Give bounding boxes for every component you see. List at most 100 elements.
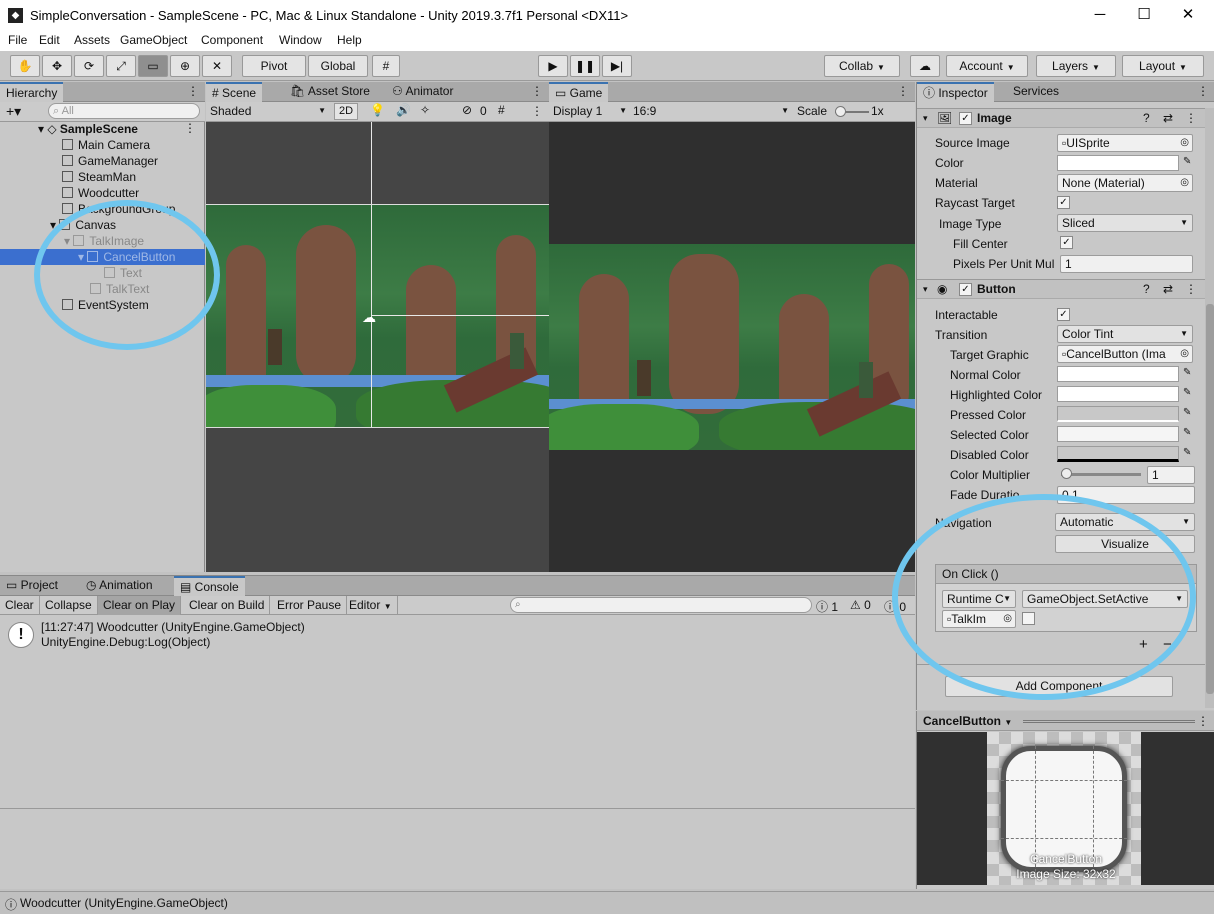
scale-slider-thumb[interactable]	[835, 106, 846, 117]
rotate-tool-icon[interactable]: ⟳	[74, 55, 104, 77]
scale-tool-icon[interactable]: ⤢	[106, 55, 136, 77]
account-dropdown[interactable]: Account ▼	[946, 55, 1028, 77]
foldout-icon[interactable]: ▾	[923, 280, 928, 299]
hierarchy-item-woodcutter[interactable]: Woodcutter	[62, 185, 139, 201]
presets-icon[interactable]: ⇄	[1163, 280, 1173, 299]
pressed-color-swatch[interactable]	[1057, 406, 1179, 422]
interactable-checkbox[interactable]: ✓	[1057, 308, 1070, 321]
help-icon[interactable]: ?	[1143, 109, 1150, 128]
add-event-button[interactable]: +	[1139, 636, 1148, 653]
tab-console[interactable]: ▤ Console	[174, 576, 245, 596]
eyedropper-icon[interactable]: ✎	[1183, 367, 1191, 378]
more-menu-icon[interactable]: ⋮	[897, 84, 909, 98]
maximize-button[interactable]: ☐	[1124, 4, 1164, 26]
effects-icon[interactable]: ✧	[420, 103, 430, 117]
presets-icon[interactable]: ⇄	[1163, 109, 1173, 128]
eyedropper-icon[interactable]: ✎	[1183, 387, 1191, 398]
step-button[interactable]: ▶|	[602, 55, 632, 77]
menu-assets[interactable]: Assets	[74, 33, 110, 47]
tab-hierarchy[interactable]: Hierarchy	[0, 82, 64, 102]
material-field[interactable]: None (Material) ◎	[1057, 174, 1193, 192]
image-component-header[interactable]: ▾ 🖼 ✓ Image ? ⇄ ⋮	[917, 108, 1205, 128]
hierarchy-item-steamman[interactable]: SteamMan	[62, 169, 136, 185]
audio-icon[interactable]: 🔊	[396, 103, 411, 117]
collapse-button[interactable]: Collapse	[40, 596, 98, 615]
menu-gameobject[interactable]: GameObject	[120, 33, 187, 47]
image-enabled-checkbox[interactable]: ✓	[959, 112, 972, 125]
lighting-icon[interactable]: 💡	[370, 103, 385, 117]
transition-dropdown[interactable]: Color Tint ▼	[1057, 325, 1193, 343]
layers-dropdown[interactable]: Layers ▼	[1036, 55, 1116, 77]
function-dropdown[interactable]: GameObject.SetActive ▼	[1022, 590, 1188, 608]
warning-count-toggle[interactable]: ⚠ 0	[850, 598, 871, 612]
fill-center-checkbox[interactable]: ✓	[1060, 236, 1073, 249]
clear-on-play-toggle[interactable]: Clear on Play	[98, 596, 182, 615]
2d-toggle[interactable]: 2D	[334, 103, 358, 120]
clear-on-build-button[interactable]: Clear on Build	[184, 596, 271, 615]
info-count-toggle[interactable]: ⓘ 1	[816, 598, 838, 615]
collab-button[interactable]: Collab ▼	[824, 55, 900, 77]
close-button[interactable]: ✕	[1168, 4, 1208, 26]
more-menu-icon[interactable]: ⋮	[187, 84, 199, 98]
visualize-button[interactable]: Visualize	[1055, 535, 1195, 553]
object-picker-icon[interactable]: ◎	[1180, 135, 1189, 151]
snap-grid-icon[interactable]: #	[372, 55, 400, 77]
image-color-swatch[interactable]	[1057, 155, 1179, 171]
hidden-objects-icon[interactable]: ⊘	[462, 103, 472, 117]
menu-edit[interactable]: Edit	[39, 33, 60, 47]
object-picker-icon[interactable]: ◎	[1180, 175, 1189, 191]
scrollbar-thumb[interactable]	[1206, 304, 1214, 694]
add-icon[interactable]: +▾	[6, 103, 21, 120]
tab-animator[interactable]: ⚇ Animator	[386, 82, 459, 102]
shading-dropdown[interactable]: Shaded ▼	[210, 104, 326, 118]
console-log-entry[interactable]: ! [11:27:47] Woodcutter (UnityEngine.Gam…	[0, 616, 915, 652]
setactive-checkbox[interactable]	[1022, 612, 1035, 625]
pixels-per-unit-input[interactable]: 1	[1060, 255, 1193, 273]
rect-tool-icon[interactable]: ▭	[138, 55, 168, 77]
menu-file[interactable]: File	[8, 33, 27, 47]
tab-services[interactable]: Services	[1007, 82, 1065, 102]
component-menu-icon[interactable]: ⋮	[1185, 109, 1197, 128]
source-image-field[interactable]: ▫UISprite ◎	[1057, 134, 1193, 152]
highlighted-color-swatch[interactable]	[1057, 386, 1179, 402]
foldout-icon[interactable]: ▾	[923, 109, 928, 128]
tab-animation[interactable]: ◷ Animation	[80, 576, 159, 596]
hierarchy-item-backgroundgroup[interactable]: BackgroundGroup	[62, 201, 202, 217]
more-menu-icon[interactable]: ⋮	[531, 84, 543, 98]
object-picker-icon[interactable]: ◎	[1003, 611, 1012, 627]
eyedropper-icon[interactable]: ✎	[1183, 156, 1191, 167]
eyedropper-icon[interactable]: ✎	[1183, 427, 1191, 438]
scene-forest-image[interactable]: ☁	[206, 204, 549, 428]
pivot-button[interactable]: Pivot	[242, 55, 306, 77]
color-multiplier-slider[interactable]	[1061, 473, 1141, 476]
scene-root[interactable]: ▾ ◇ SampleScene	[38, 121, 138, 137]
button-component-header[interactable]: ▾ ◉ ✓ Button ? ⇄ ⋮	[917, 279, 1205, 299]
add-component-button[interactable]: Add Component	[945, 676, 1173, 697]
fade-duration-input[interactable]: 0.1	[1057, 486, 1195, 504]
target-graphic-field[interactable]: ▫CancelButton (Ima ◎	[1057, 345, 1193, 363]
raycast-target-checkbox[interactable]: ✓	[1057, 196, 1070, 209]
move-tool-icon[interactable]: ✥	[42, 55, 72, 77]
game-forest-image[interactable]	[549, 244, 915, 450]
display-dropdown[interactable]: Display 1 ▼	[553, 104, 627, 118]
preview-drag-handle[interactable]	[1023, 720, 1195, 723]
transform-tool-icon[interactable]: ⊕	[170, 55, 200, 77]
hierarchy-item-talkimage[interactable]: ▾ TalkImage	[64, 233, 144, 249]
button-enabled-checkbox[interactable]: ✓	[959, 283, 972, 296]
normal-color-swatch[interactable]	[1057, 366, 1179, 382]
hierarchy-item-gamemanager[interactable]: GameManager	[62, 153, 158, 169]
image-type-dropdown[interactable]: Sliced ▼	[1057, 214, 1193, 232]
hierarchy-item-text[interactable]: Text	[104, 265, 142, 281]
tab-scene[interactable]: # Scene	[206, 82, 263, 102]
preview-title-dropdown[interactable]: CancelButton ▼	[923, 714, 1012, 728]
disabled-color-swatch[interactable]	[1057, 446, 1179, 462]
layout-dropdown[interactable]: Layout ▼	[1122, 55, 1204, 77]
hand-tool-icon[interactable]: ✋	[10, 55, 40, 77]
error-pause-button[interactable]: Error Pause	[272, 596, 348, 615]
status-message[interactable]: Woodcutter (UnityEngine.GameObject)	[20, 896, 228, 910]
menu-component[interactable]: Component	[201, 33, 263, 47]
custom-tool-icon[interactable]: ✕	[202, 55, 232, 77]
grid-icon[interactable]: #	[498, 103, 505, 117]
component-menu-icon[interactable]: ⋮	[1185, 280, 1197, 299]
play-button[interactable]: ▶	[538, 55, 568, 77]
